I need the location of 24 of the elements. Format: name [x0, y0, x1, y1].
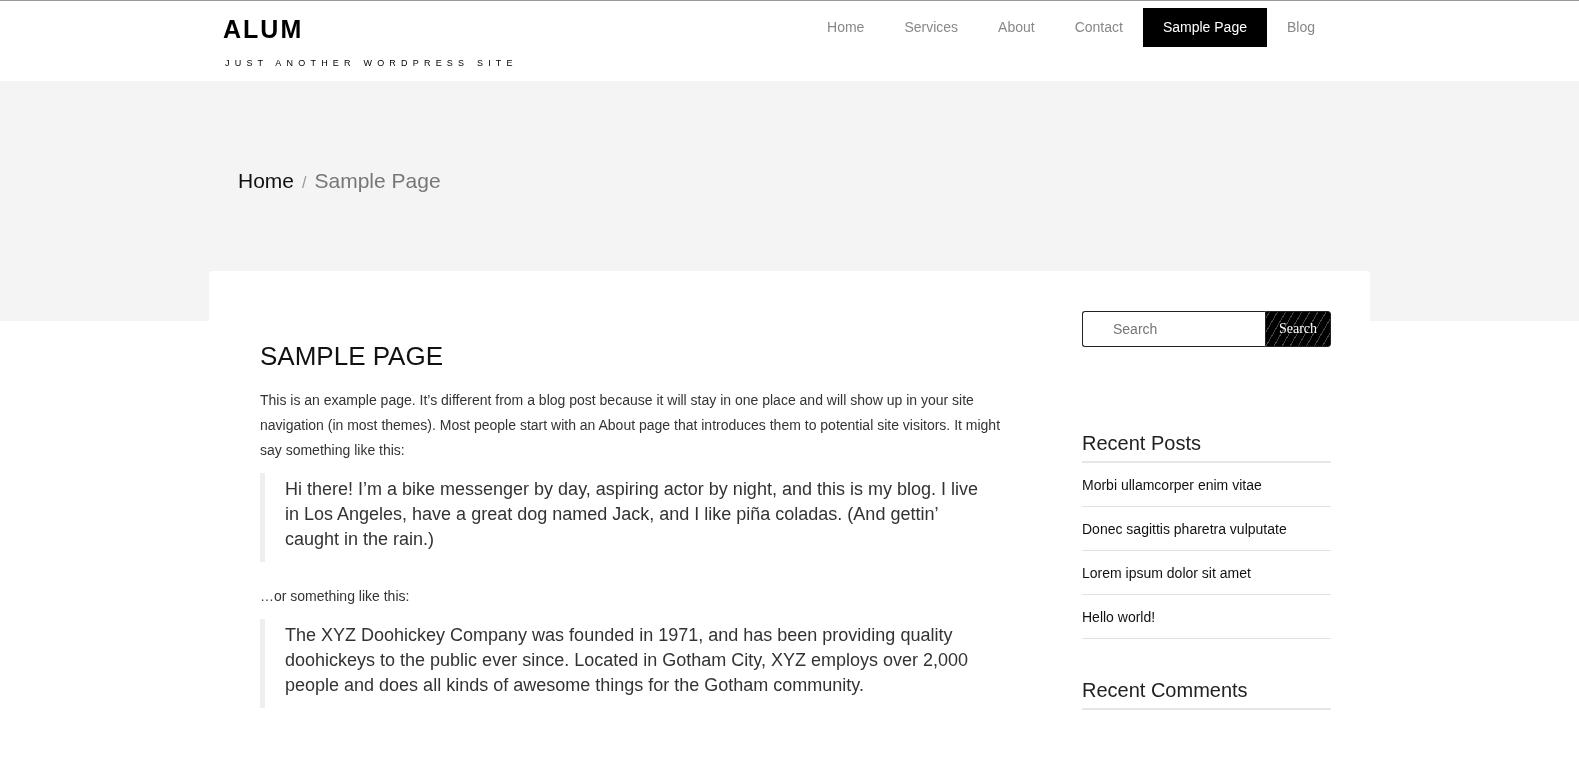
nav-link[interactable]: Sample Page	[1142, 8, 1267, 47]
paragraph: This is an example page. It’s different from a blog post because it will stay in one place and will show up in your site navigation (in most themes). Most people start with an About page that introduces them to potential site visitors. It might say something like this:	[260, 391, 1002, 460]
blockquote: Hi there! I’m a bike messenger by day, aspiring actor by night, and this is my blog. I live in Los Angeles, have a great dog named Jack, and I like piña coladas. (And gettin’ caught in the rain.)	[260, 473, 1000, 562]
breadcrumb-link[interactable]: Home	[238, 169, 295, 193]
search-field[interactable]: Search	[1082, 311, 1265, 347]
nav-link[interactable]: About	[978, 8, 1055, 47]
post-link[interactable]: Morbi ullamcorper enim vitae	[1082, 463, 1331, 507]
page-title: SAMPLE PAGE	[260, 341, 445, 372]
nav-link[interactable]: Blog	[1266, 8, 1335, 47]
post-link[interactable]: Donec sagittis pharetra vulputate	[1082, 507, 1331, 551]
breadcrumb-current: Sample Page	[314, 169, 441, 193]
post-link[interactable]: Hello world!	[1082, 595, 1331, 639]
post-link[interactable]: Lorem ipsum dolor sit amet	[1082, 551, 1331, 595]
search-button[interactable]: Search	[1265, 311, 1331, 347]
site-tagline: JUST ANOTHER WORDPRESS SITE	[225, 58, 518, 68]
paragraph: …or something like this:	[260, 587, 411, 606]
nav-link[interactable]: Services	[884, 8, 979, 47]
widget-title: Recent Comments	[1082, 679, 1331, 710]
nav-link[interactable]: Contact	[1054, 8, 1143, 47]
site-logo[interactable]: ALUM	[223, 16, 518, 42]
widget-title: Recent Posts	[1082, 432, 1331, 463]
breadcrumb-separator: /	[302, 174, 307, 192]
blockquote: The XYZ Doohickey Company was founded in 1971, and has been providing quality doohickeys to the public ever since. Located in Gotham City, XYZ employs over 2,000 people and does all kinds of awesome things for the Gotham community.	[260, 619, 1000, 708]
nav-link[interactable]: Home	[807, 8, 885, 47]
